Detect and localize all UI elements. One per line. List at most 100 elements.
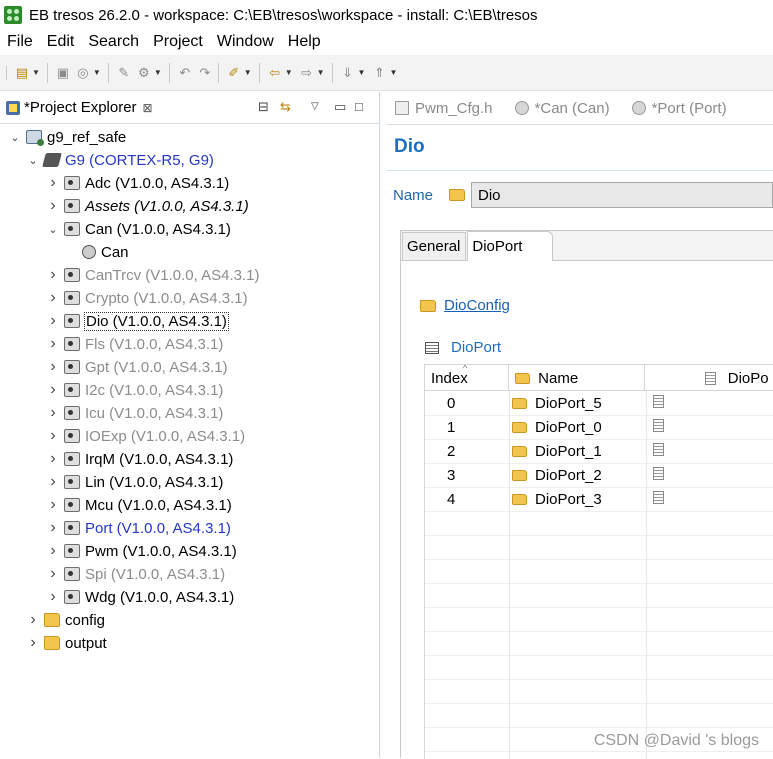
chevron-right-icon[interactable]: › xyxy=(46,450,60,468)
reference-icon[interactable] xyxy=(653,442,664,456)
tab-general[interactable]: General xyxy=(402,232,467,260)
minimize-icon[interactable]: ▭ xyxy=(334,99,346,115)
import-icon[interactable]: ⇓ xyxy=(339,64,357,82)
link-with-editor-icon[interactable]: ⇆ xyxy=(280,99,291,115)
close-icon[interactable]: ⊠ xyxy=(143,101,153,115)
back-arrow-icon[interactable]: ⇦ xyxy=(266,64,284,82)
chevron-right-icon[interactable]: › xyxy=(46,542,60,560)
sync-icon[interactable]: ◎ xyxy=(74,64,92,82)
export-dropdown-icon[interactable]: ▼ xyxy=(389,68,397,77)
edit-config-icon[interactable]: ✎ xyxy=(115,64,133,82)
column-header-dioport[interactable]: DioPo xyxy=(645,365,773,391)
new-wizard-icon[interactable]: ▤ xyxy=(13,64,31,82)
tree-item[interactable]: › Assets (V1.0.0, AS4.3.1) xyxy=(46,195,248,217)
dioconfig-link-label[interactable]: DioConfig xyxy=(444,297,510,314)
tree-item[interactable]: › Crypto (V1.0.0, AS4.3.1) xyxy=(46,287,247,309)
pin-dropdown-icon[interactable]: ▼ xyxy=(244,68,252,77)
tree-item[interactable]: › Lin (V1.0.0, AS4.3.1) xyxy=(46,471,223,493)
menu-project[interactable]: Project xyxy=(146,33,210,51)
chevron-right-icon[interactable]: › xyxy=(46,335,60,353)
chevron-right-icon[interactable]: › xyxy=(26,634,40,652)
menu-edit[interactable]: Edit xyxy=(40,33,82,51)
column-header-name[interactable]: Name xyxy=(509,365,645,391)
import-dropdown-icon[interactable]: ▼ xyxy=(358,68,366,77)
chevron-right-icon[interactable]: › xyxy=(46,289,60,307)
tree-item[interactable]: › IOExp (V1.0.0, AS4.3.1) xyxy=(46,425,245,447)
editor-tab-port[interactable]: *Port (Port) xyxy=(631,100,727,117)
chevron-right-icon[interactable]: › xyxy=(26,611,40,629)
forward-arrow-icon[interactable]: ⇨ xyxy=(298,64,316,82)
name-field[interactable] xyxy=(471,182,773,208)
reference-icon[interactable] xyxy=(653,418,664,432)
editor-tab-pwm-cfg[interactable]: Pwm_Cfg.h xyxy=(395,100,493,117)
chevron-down-icon[interactable]: ⌄ xyxy=(26,154,40,167)
tree-item[interactable]: › output xyxy=(26,632,106,654)
tree-item[interactable]: › config xyxy=(26,609,105,631)
sync-dropdown-icon[interactable]: ▼ xyxy=(93,68,101,77)
chevron-right-icon[interactable]: › xyxy=(46,519,60,537)
tree-item[interactable]: › Adc (V1.0.0, AS4.3.1) xyxy=(46,172,229,194)
chevron-right-icon[interactable]: › xyxy=(46,197,60,215)
chevron-down-icon[interactable]: ⌄ xyxy=(8,131,22,144)
chevron-right-icon[interactable]: › xyxy=(46,312,60,330)
tree-item[interactable]: › Spi (V1.0.0, AS4.3.1) xyxy=(46,563,225,585)
new-dropdown-icon[interactable]: ▼ xyxy=(32,68,40,77)
table-row[interactable]: 0 DioPort_5 xyxy=(425,391,773,415)
tree-item[interactable]: › IrqM (V1.0.0, AS4.3.1) xyxy=(46,448,233,470)
menu-file[interactable]: File xyxy=(0,33,40,51)
menu-window[interactable]: Window xyxy=(210,33,281,51)
editor-tab-can[interactable]: *Can (Can) xyxy=(514,100,610,117)
table-row[interactable]: 1 DioPort_0 xyxy=(425,415,773,439)
undo-icon[interactable]: ↶ xyxy=(176,64,194,82)
chevron-right-icon[interactable]: › xyxy=(46,174,60,192)
tree-item[interactable]: › Mcu (V1.0.0, AS4.3.1) xyxy=(46,494,231,516)
tree-item[interactable]: › Port (V1.0.0, AS4.3.1) xyxy=(46,517,231,539)
redo-icon[interactable]: ↷ xyxy=(196,64,214,82)
chevron-right-icon[interactable]: › xyxy=(46,427,60,445)
generate-icon[interactable]: ⚙ xyxy=(135,64,153,82)
save-icon[interactable]: ▣ xyxy=(54,64,72,82)
chevron-right-icon[interactable]: › xyxy=(46,404,60,422)
table-row[interactable]: 2 DioPort_1 xyxy=(425,439,773,463)
tree-item[interactable]: › I2c (V1.0.0, AS4.3.1) xyxy=(46,379,223,401)
table-row[interactable]: 3 DioPort_2 xyxy=(425,463,773,487)
tree-item[interactable]: › CanTrcv (V1.0.0, AS4.3.1) xyxy=(46,264,259,286)
tree-item-label: Adc (V1.0.0, AS4.3.1) xyxy=(85,174,230,192)
chevron-right-icon[interactable]: › xyxy=(46,588,60,606)
chevron-right-icon[interactable]: › xyxy=(46,496,60,514)
tree-item[interactable]: › Fls (V1.0.0, AS4.3.1) xyxy=(46,333,223,355)
reference-icon[interactable] xyxy=(653,394,664,408)
pin-icon[interactable]: ✐ xyxy=(225,64,243,82)
chevron-right-icon[interactable]: › xyxy=(46,266,60,284)
chevron-right-icon[interactable]: › xyxy=(46,358,60,376)
tree-item[interactable]: ⌄ G9 (CORTEX-R5, G9) xyxy=(26,149,214,171)
collapse-all-icon[interactable]: ⊟ xyxy=(258,99,269,115)
tab-dioport[interactable]: DioPort xyxy=(467,231,554,261)
tree-item[interactable]: Can xyxy=(64,241,129,263)
menu-search[interactable]: Search xyxy=(81,33,146,51)
forward-dropdown-icon[interactable]: ▼ xyxy=(317,68,325,77)
generate-dropdown-icon[interactable]: ▼ xyxy=(154,68,162,77)
table-row[interactable]: 4 DioPort_3 xyxy=(425,487,773,511)
chevron-right-icon[interactable]: › xyxy=(46,565,60,583)
export-icon[interactable]: ⇑ xyxy=(370,64,388,82)
back-dropdown-icon[interactable]: ▼ xyxy=(285,68,293,77)
menu-help[interactable]: Help xyxy=(281,33,328,51)
chevron-right-icon[interactable]: › xyxy=(46,381,60,399)
tree-item[interactable]: ⌄ Can (V1.0.0, AS4.3.1) xyxy=(46,218,231,240)
tree-item[interactable]: › Icu (V1.0.0, AS4.3.1) xyxy=(46,402,223,424)
reference-icon[interactable] xyxy=(653,490,664,504)
tree-item[interactable]: › Gpt (V1.0.0, AS4.3.1) xyxy=(46,356,227,378)
chevron-right-icon[interactable]: › xyxy=(46,473,60,491)
tree-item[interactable]: ⌄ g9_ref_safe xyxy=(8,126,126,148)
tree-item[interactable]: › Wdg (V1.0.0, AS4.3.1) xyxy=(46,586,234,608)
view-menu-icon[interactable]: ▽ xyxy=(311,101,319,112)
project-explorer-tab[interactable]: *Project Explorer ⊠ xyxy=(0,92,159,124)
dioconfig-link[interactable]: DioConfig xyxy=(420,297,510,314)
chevron-down-icon[interactable]: ⌄ xyxy=(46,223,60,236)
reference-icon[interactable] xyxy=(653,466,664,480)
tree-item[interactable]: › Pwm (V1.0.0, AS4.3.1) xyxy=(46,540,236,562)
tree-item[interactable]: › Dio (V1.0.0, AS4.3.1) xyxy=(46,310,229,332)
column-header-index[interactable]: ^ Index xyxy=(425,365,510,391)
maximize-icon[interactable]: □ xyxy=(355,99,363,114)
